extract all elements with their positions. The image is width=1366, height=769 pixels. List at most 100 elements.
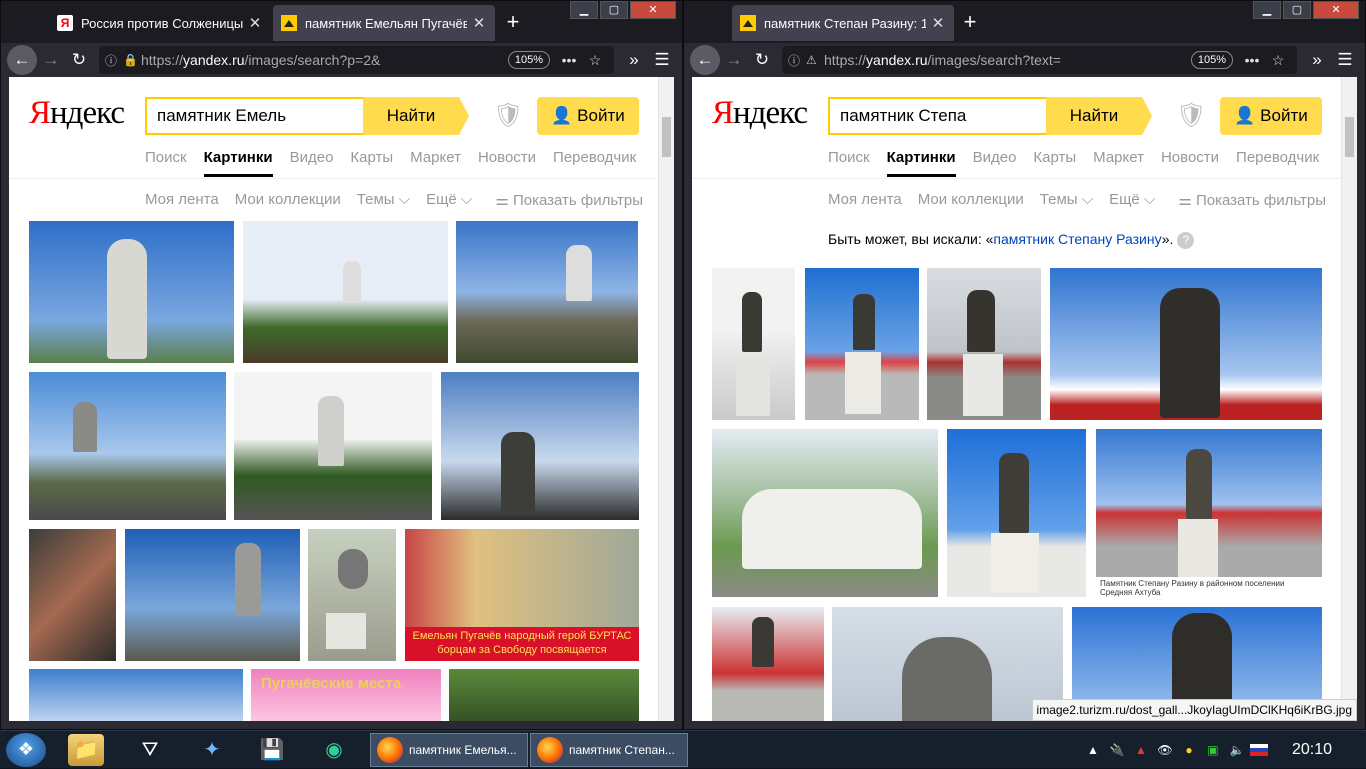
service-search[interactable]: Поиск [145, 149, 187, 177]
update-icon[interactable]: ● [1178, 743, 1200, 757]
image-result[interactable] [947, 429, 1086, 597]
scrollbar[interactable] [658, 77, 674, 721]
lock-warning-icon[interactable]: ⚠ [806, 53, 824, 67]
image-result[interactable]: Пугачёвские места [251, 669, 441, 721]
menu-icon[interactable]: ☰ [648, 46, 676, 74]
bookmark-star-icon[interactable]: ☆ [1265, 52, 1291, 69]
service-video[interactable]: Видео [973, 149, 1017, 177]
image-result[interactable] [927, 268, 1041, 420]
yandex-logo[interactable]: Яндекс [29, 95, 125, 132]
image-result[interactable] [308, 529, 396, 661]
taskbar-item-razin[interactable]: памятник Степан... [530, 733, 688, 767]
service-market[interactable]: Маркет [410, 149, 461, 177]
info-icon[interactable]: ⓘ [788, 52, 806, 69]
image-result[interactable] [449, 669, 639, 721]
image-result[interactable] [1050, 268, 1322, 420]
new-tab-icon[interactable]: + [499, 7, 527, 37]
start-button[interactable] [6, 733, 46, 767]
maximize-icon[interactable]: ▢ [1283, 1, 1311, 19]
tab-solzhenitsyn[interactable]: Я Россия против Солженицына ✕ [49, 5, 271, 41]
image-result[interactable]: Памятник Степану Разину в районном посел… [1096, 429, 1322, 597]
scrollbar-thumb[interactable] [1345, 117, 1354, 157]
service-video[interactable]: Видео [290, 149, 334, 177]
service-market[interactable]: Маркет [1093, 149, 1144, 177]
image-result[interactable] [712, 607, 824, 721]
my-feed-link[interactable]: Моя лента [828, 191, 902, 208]
floppy-save-icon[interactable]: 💾 [254, 734, 290, 766]
antivirus-icon[interactable]: ▲ [1130, 743, 1152, 757]
forward-icon[interactable]: → [37, 46, 65, 74]
info-icon[interactable]: ⓘ [105, 52, 123, 69]
image-result[interactable] [441, 372, 639, 520]
close-window-icon[interactable]: ✕ [630, 1, 676, 19]
usb-icon[interactable]: 🔌 [1106, 743, 1128, 757]
tab-razin[interactable]: памятник Степан Разину: 10 ✕ [732, 5, 954, 41]
themes-dropdown[interactable]: Темы ⌵ [1040, 191, 1093, 208]
file-explorer-icon[interactable]: 📁 [68, 734, 104, 766]
search-button[interactable]: Найти [1046, 97, 1152, 135]
minimize-icon[interactable]: ▁ [570, 1, 598, 19]
forward-icon[interactable]: → [720, 46, 748, 74]
clock[interactable]: 20:10 [1292, 741, 1332, 759]
zoom-level[interactable]: 105% [1190, 51, 1233, 69]
address-bar[interactable]: ⓘ 🔒 https://yandex.ru/images/search?p=2&… [99, 46, 614, 74]
back-icon[interactable]: ← [690, 45, 720, 75]
more-dropdown[interactable]: Ещё ⌵ [426, 191, 472, 208]
help-icon[interactable]: ? [1177, 232, 1195, 249]
search-input[interactable]: памятник Степа [830, 106, 1072, 126]
search-input[interactable]: памятник Емель [147, 106, 389, 126]
close-window-icon[interactable]: ✕ [1313, 1, 1359, 19]
overflow-icon[interactable]: » [620, 46, 648, 74]
login-button[interactable]: 👤 Войти [1220, 97, 1322, 135]
speedcrunch-icon[interactable]: ✦ [194, 734, 230, 766]
language-flag-icon[interactable] [1249, 744, 1268, 756]
image-result[interactable] [29, 529, 116, 661]
service-search[interactable]: Поиск [828, 149, 870, 177]
service-images[interactable]: Картинки [886, 149, 956, 177]
shield-icon[interactable]: 🛡 [493, 101, 523, 131]
chrome-icon[interactable]: ◉ [316, 734, 352, 766]
search-button[interactable]: Найти [363, 97, 469, 135]
scrollbar-thumb[interactable] [662, 117, 671, 157]
yandex-logo[interactable]: Яндекс [712, 95, 808, 132]
bookmark-star-icon[interactable]: ☆ [582, 52, 608, 69]
minimize-icon[interactable]: ▁ [1253, 1, 1281, 19]
tab-pugachev[interactable]: памятник Емельян Пугачёву ✕ [273, 5, 495, 41]
suggest-link[interactable]: памятник Степану Разину [993, 231, 1161, 247]
show-filters-button[interactable]: ⚌ Показать фильтры [495, 191, 643, 209]
service-maps[interactable]: Карты [1033, 149, 1076, 177]
address-bar[interactable]: ⓘ ⚠ https://yandex.ru/images/search?text… [782, 46, 1297, 74]
more-icon[interactable]: ••• [1239, 52, 1265, 68]
image-result[interactable] [234, 372, 432, 520]
back-icon[interactable]: ← [7, 45, 37, 75]
image-result[interactable] [29, 372, 226, 520]
image-result[interactable] [29, 221, 234, 363]
service-translate[interactable]: Переводчик [553, 149, 636, 177]
tray-expand-icon[interactable]: ▲ [1082, 743, 1104, 757]
themes-dropdown[interactable]: Темы ⌵ [357, 191, 410, 208]
my-collections-link[interactable]: Мои коллекции [918, 191, 1024, 208]
image-result[interactable] [805, 268, 919, 420]
service-maps[interactable]: Карты [350, 149, 393, 177]
lock-icon[interactable]: 🔒 [123, 53, 141, 67]
zoom-level[interactable]: 105% [507, 51, 550, 69]
scrollbar[interactable] [1341, 77, 1357, 721]
new-tab-icon[interactable]: + [956, 7, 984, 37]
reload-icon[interactable]: ↻ [748, 46, 776, 74]
eye-icon[interactable]: 👁 [1154, 743, 1176, 757]
menu-icon[interactable]: ☰ [1331, 46, 1359, 74]
image-result[interactable]: Емельян Пугачёв народный герой БУРТАС бо… [405, 529, 639, 661]
foxit-icon[interactable]: ⛛ [132, 734, 168, 766]
reload-icon[interactable]: ↻ [65, 46, 93, 74]
my-collections-link[interactable]: Мои коллекции [235, 191, 341, 208]
image-result[interactable] [29, 669, 243, 721]
maximize-icon[interactable]: ▢ [600, 1, 628, 19]
image-result[interactable] [243, 221, 448, 363]
close-icon[interactable]: ✕ [247, 14, 263, 32]
close-icon[interactable]: ✕ [471, 14, 487, 32]
service-news[interactable]: Новости [478, 149, 536, 177]
service-news[interactable]: Новости [1161, 149, 1219, 177]
more-dropdown[interactable]: Ещё ⌵ [1109, 191, 1155, 208]
taskbar-item-pugachev[interactable]: памятник Емелья... [370, 733, 528, 767]
app-tray-icon[interactable]: ▣ [1202, 743, 1224, 757]
